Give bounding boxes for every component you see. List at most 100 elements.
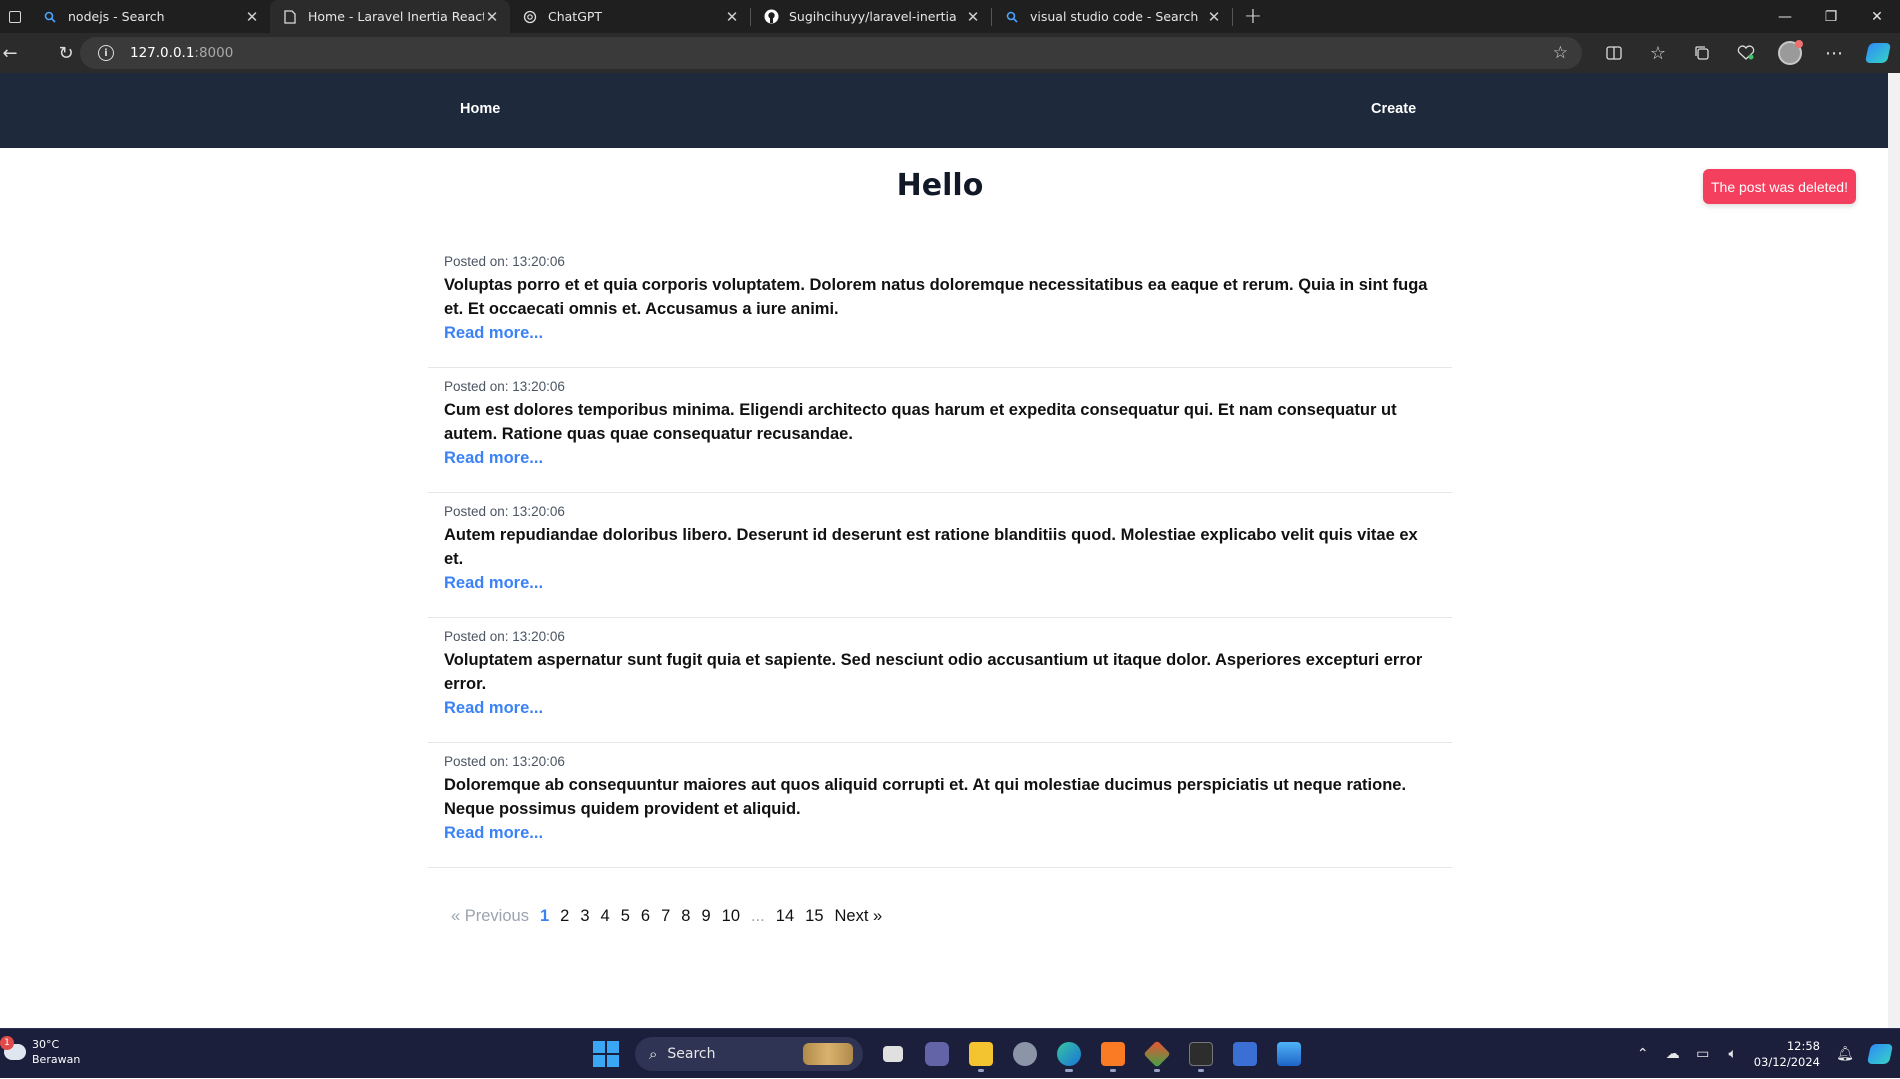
tab-close-icon[interactable]: ✕ (244, 9, 260, 25)
pagination-ellipsis: ... (751, 906, 765, 925)
volume-icon[interactable]: 🔈︎ (1718, 1046, 1748, 1062)
copilot-icon[interactable] (1856, 37, 1900, 69)
teams-chat-icon[interactable] (915, 1035, 959, 1073)
github-icon (763, 9, 779, 25)
pagination-page-2[interactable]: 2 (560, 907, 569, 926)
post-item: Posted on: 13:20:06 Cum est dolores temp… (428, 368, 1452, 493)
post-date: Posted on: 13:20:06 (444, 379, 565, 394)
pagination-page-6[interactable]: 6 (641, 907, 650, 926)
terminal-icon[interactable] (1179, 1035, 1223, 1073)
taskbar-apps: ⌕ Search (593, 1035, 1311, 1073)
more-menu-icon[interactable]: ⋯ (1812, 37, 1856, 69)
favorite-star-icon[interactable]: ☆ (1553, 43, 1568, 63)
copilot-taskbar-icon[interactable] (1860, 1044, 1900, 1064)
xampp-icon[interactable] (1091, 1035, 1135, 1073)
post-item: Posted on: 13:20:06 Voluptas porro et et… (428, 243, 1452, 368)
pagination-page-9[interactable]: 9 (701, 907, 710, 926)
weather-badge: 1 (0, 1036, 14, 1050)
clock-date: 03/12/2024 (1753, 1055, 1820, 1069)
minimize-button[interactable]: — (1762, 0, 1808, 33)
network-icon[interactable]: ▭ (1688, 1046, 1718, 1062)
url-text: 127.0.0.1:8000 (130, 45, 233, 61)
close-window-button[interactable]: ✕ (1854, 0, 1900, 33)
git-icon[interactable] (1135, 1035, 1179, 1073)
collections-icon[interactable] (1680, 37, 1724, 69)
pagination-page-4[interactable]: 4 (601, 907, 610, 926)
pagination-page-14[interactable]: 14 (776, 907, 794, 926)
read-more-link[interactable]: Read more... (444, 696, 543, 720)
back-arrow-icon[interactable]: ← (0, 37, 20, 69)
post-body: Autem repudiandae doloribus libero. Dese… (444, 526, 1418, 568)
tab-nodejs-search[interactable]: nodejs - Search ✕ (30, 0, 270, 33)
pagination-page-3[interactable]: 3 (580, 907, 589, 926)
notification-bell-icon[interactable]: 🔔︎ (1830, 1046, 1860, 1062)
chevron-up-icon[interactable]: ⌃ (1628, 1046, 1658, 1062)
pagination-next[interactable]: Next » (835, 907, 883, 926)
tab-close-icon[interactable]: ✕ (724, 9, 740, 25)
tab-title: Home - Laravel Inertia React (308, 9, 484, 24)
search-icon (1004, 9, 1020, 25)
read-more-link[interactable]: Read more... (444, 571, 543, 595)
pagination-page-5[interactable]: 5 (621, 907, 630, 926)
photos-icon[interactable] (1267, 1035, 1311, 1073)
tab-title: nodejs - Search (68, 9, 165, 24)
pagination-page-7[interactable]: 7 (661, 907, 670, 926)
post-body: Voluptas porro et et quia corporis volup… (444, 276, 1428, 318)
pagination-page-1[interactable]: 1 (540, 907, 549, 926)
chatgpt-icon (522, 9, 538, 25)
tab-github-repo[interactable]: Sugihcihuyy/laravel-inertia ✕ (751, 0, 991, 33)
onedrive-icon[interactable]: ☁ (1658, 1046, 1688, 1062)
split-screen-icon[interactable] (1592, 37, 1636, 69)
browser-toolbar: ← ↻ i 127.0.0.1:8000 ☆ ☆ ⋯ (0, 33, 1900, 73)
pagination-page-10[interactable]: 10 (722, 907, 740, 926)
page-scrollbar[interactable] (1888, 73, 1900, 1028)
post-body: Voluptatem aspernatur sunt fugit quia et… (444, 651, 1423, 693)
new-tab-button[interactable]: + (1233, 0, 1273, 33)
browser-essentials-icon[interactable] (1724, 37, 1768, 69)
tab-close-icon[interactable]: ✕ (965, 9, 981, 25)
clock[interactable]: 12:58 03/12/2024 (1754, 1038, 1820, 1070)
weather-widget[interactable]: 1 30°C Berawan (0, 1036, 81, 1067)
taskbar-search[interactable]: ⌕ Search (635, 1037, 863, 1071)
pagination-page-15[interactable]: 15 (805, 907, 823, 926)
tab-home-laravel[interactable]: Home - Laravel Inertia React ✕ (270, 0, 510, 33)
read-more-link[interactable]: Read more... (444, 446, 543, 470)
restore-button[interactable]: ❐ (1808, 0, 1854, 33)
address-bar[interactable]: i 127.0.0.1:8000 ☆ (80, 37, 1582, 69)
taskbar-search-label: Search (667, 1046, 716, 1062)
profile-avatar[interactable] (1768, 37, 1812, 69)
clock-time: 12:58 (1786, 1039, 1820, 1053)
favorites-icon[interactable]: ☆ (1636, 37, 1680, 69)
search-icon: ⌕ (649, 1045, 658, 1063)
read-more-link[interactable]: Read more... (444, 821, 543, 845)
tab-close-icon[interactable]: ✕ (1206, 9, 1222, 25)
read-more-link[interactable]: Read more... (444, 321, 543, 345)
tab-title: visual studio code - Search (1030, 9, 1199, 24)
file-explorer-icon[interactable] (959, 1035, 1003, 1073)
top-navbar: Home Create (0, 73, 1888, 148)
weather-desc: Berawan (32, 1053, 81, 1066)
post-list: Posted on: 13:20:06 Voluptas porro et et… (428, 243, 1452, 868)
window-controls: — ❐ ✕ (1762, 0, 1900, 33)
post-body: Doloremque ab consequuntur maiores aut q… (444, 776, 1407, 818)
windows-start-icon[interactable] (593, 1041, 619, 1067)
page-viewport: Home Create The post was deleted! Hello … (0, 73, 1888, 1028)
tab-vscode-search[interactable]: visual studio code - Search ✕ (992, 0, 1232, 33)
pagination-page-8[interactable]: 8 (681, 907, 690, 926)
refresh-icon[interactable]: ↻ (48, 37, 84, 69)
search-icon (42, 9, 58, 25)
settings-gear-icon[interactable] (1003, 1035, 1047, 1073)
tab-actions-button[interactable] (0, 0, 30, 33)
task-view-icon[interactable] (871, 1035, 915, 1073)
site-info-icon[interactable]: i (98, 45, 114, 61)
edge-browser-icon[interactable] (1047, 1035, 1091, 1073)
tab-close-icon[interactable]: ✕ (484, 9, 500, 25)
post-date: Posted on: 13:20:06 (444, 629, 565, 644)
nav-create-link[interactable]: Create (1371, 101, 1416, 117)
system-tray: ⌃ ☁ ▭ 🔈︎ 12:58 03/12/2024 🔔︎ (1628, 1029, 1900, 1079)
tab-chatgpt[interactable]: ChatGPT ✕ (510, 0, 750, 33)
post-date: Posted on: 13:20:06 (444, 754, 565, 769)
page-icon (282, 9, 298, 25)
remote-desktop-icon[interactable] (1223, 1035, 1267, 1073)
nav-home-link[interactable]: Home (460, 101, 500, 117)
